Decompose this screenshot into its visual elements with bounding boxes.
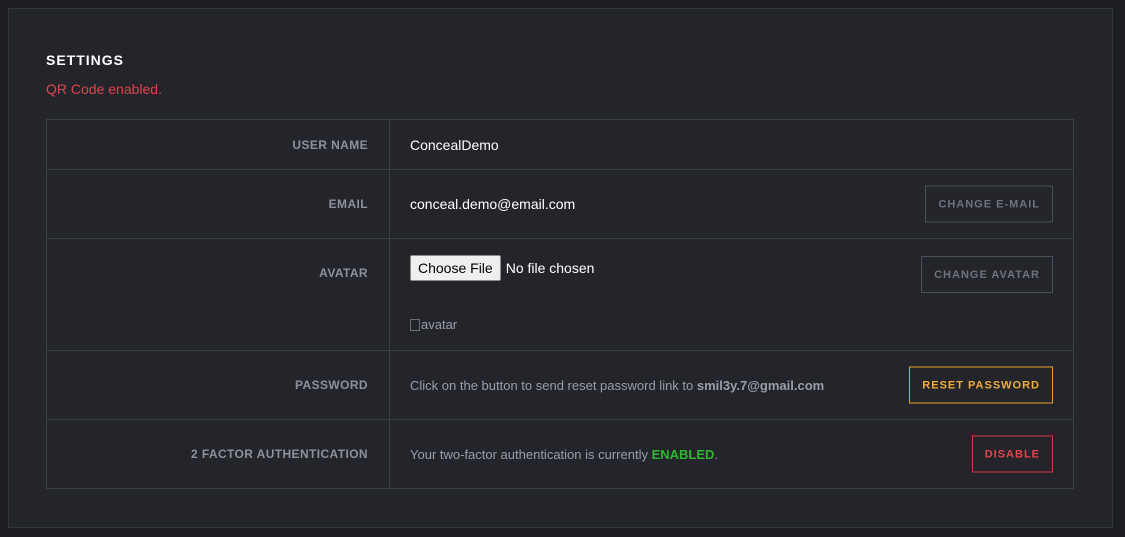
password-label: PASSWORD	[47, 351, 390, 419]
avatar-alt-text: avatar	[421, 317, 458, 332]
avatar-label: AVATAR	[47, 239, 390, 350]
password-text: Click on the button to send reset passwo…	[410, 377, 697, 393]
password-description: Click on the button to send reset passwo…	[410, 378, 824, 393]
password-row: PASSWORD Click on the button to send res…	[47, 351, 1073, 420]
email-label: EMAIL	[47, 170, 390, 238]
username-label: USER NAME	[47, 120, 390, 169]
change-avatar-button[interactable]: CHANGE AVATAR	[921, 256, 1053, 293]
change-email-button[interactable]: CHANGE E-MAIL	[925, 185, 1053, 223]
page-title: SETTINGS	[46, 52, 125, 68]
avatar-row: AVATAR Choose File No file chosen avatar…	[47, 239, 1073, 351]
qr-notice: QR Code enabled.	[46, 81, 162, 97]
settings-table: USER NAME ConcealDemo EMAIL conceal.demo…	[46, 119, 1074, 489]
twofa-text: Your two-factor authentication is curren…	[410, 446, 652, 462]
email-value: conceal.demo@email.com	[410, 196, 576, 212]
twofa-label: 2 FACTOR AUTHENTICATION	[47, 420, 390, 488]
avatar-file-input: Choose File No file chosen	[410, 255, 594, 281]
email-row: EMAIL conceal.demo@email.com CHANGE E-MA…	[47, 170, 1073, 239]
twofa-row: 2 FACTOR AUTHENTICATION Your two-factor …	[47, 420, 1073, 488]
avatar-image: avatar	[410, 317, 457, 332]
choose-file-button[interactable]: Choose File	[410, 255, 501, 281]
twofa-status: ENABLED	[651, 446, 715, 462]
password-email: smil3y.7@gmail.com	[696, 377, 825, 393]
disable-2fa-button[interactable]: DISABLE	[971, 435, 1053, 473]
broken-image-icon	[410, 318, 420, 331]
settings-panel: SETTINGS QR Code enabled. USER NAME Conc…	[8, 8, 1113, 528]
username-value: ConcealDemo	[410, 136, 499, 153]
twofa-suffix: .	[714, 446, 719, 462]
reset-password-button[interactable]: RESET PASSWORD	[909, 366, 1053, 404]
file-status: No file chosen	[505, 260, 595, 276]
username-row: USER NAME ConcealDemo	[47, 120, 1073, 170]
twofa-description: Your two-factor authentication is curren…	[410, 447, 718, 462]
